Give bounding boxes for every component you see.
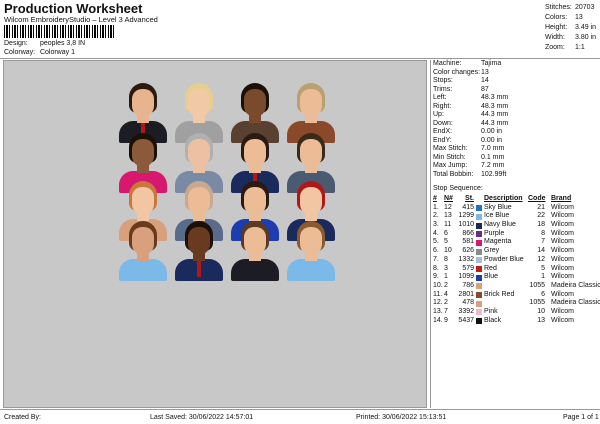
portrait-face bbox=[188, 227, 210, 255]
stat-row: EndY: 0.00 in bbox=[433, 136, 503, 144]
created-by: Created By: bbox=[4, 414, 41, 421]
portrait-face bbox=[132, 89, 154, 117]
stat-row: Down: 44.3 mm bbox=[433, 119, 509, 127]
table-row: 13. 7 3392 Pink 10 Wilcom bbox=[433, 307, 574, 316]
stat-row: EndX: 0.00 in bbox=[433, 128, 503, 135]
color-swatch bbox=[476, 205, 482, 212]
design-value: peoples 3,8 IN bbox=[39, 40, 86, 47]
stat-row: Up: 44.3 mm bbox=[433, 111, 509, 118]
design-row: Design: peoples 3,8 IN bbox=[4, 40, 85, 47]
color-swatch bbox=[476, 300, 482, 307]
page-number: Page 1 of 1 bbox=[563, 414, 599, 421]
color-swatch bbox=[476, 257, 482, 264]
stat-row: Max Stitch: 7.0 mm bbox=[433, 145, 505, 152]
portrait bbox=[227, 221, 283, 281]
stat-row: Max Jump: 7.2 mm bbox=[433, 162, 505, 169]
top-stats: Stitches: 20703 Colors: 13 Height: 3.49 in … bbox=[545, 3, 600, 53]
stat-row: Machine: Tajima bbox=[433, 60, 502, 67]
stat-row: Color changes:13 bbox=[433, 68, 489, 76]
design-preview-canvas[interactable] bbox=[3, 60, 427, 408]
machine-stats: Machine: Tajima Color changes:13 Stops: 14 Tr… bbox=[433, 60, 600, 179]
stop-sequence-table: # N# St. Description Code Brand 1. 12 415 S… bbox=[431, 195, 600, 325]
color-swatch bbox=[476, 309, 482, 316]
portrait-face bbox=[132, 187, 154, 215]
info-panel: Machine: Tajima Color changes:13 Stops: 14 Tr… bbox=[430, 60, 600, 408]
portrait-face bbox=[300, 89, 322, 117]
portrait-face bbox=[300, 139, 322, 167]
color-swatch bbox=[476, 292, 482, 299]
last-saved: Last Saved: 30/06/2022 14:57:01 bbox=[150, 414, 254, 421]
stat-row: Left: 48.3 mm bbox=[433, 94, 509, 101]
portrait-face bbox=[132, 139, 154, 167]
stat-row: Right: 48.3 mm bbox=[433, 102, 509, 110]
printed-date: Printed: 30/06/2022 15:13:51 bbox=[356, 414, 447, 421]
color-swatch bbox=[476, 266, 482, 272]
stop-sequence-title: Stop Sequence: bbox=[433, 185, 483, 192]
colorway-value: Colorway 1 bbox=[39, 49, 75, 56]
stat-row: Trims: 87 bbox=[433, 85, 489, 93]
table-row: 14. 9 5437 Black 13 Wilcom bbox=[433, 316, 574, 325]
portrait-face bbox=[188, 139, 210, 167]
portrait-face bbox=[188, 89, 210, 117]
stat-row: Height: 3.49 in bbox=[545, 24, 597, 31]
portrait-face bbox=[132, 227, 154, 255]
portrait bbox=[115, 221, 171, 281]
color-swatch bbox=[476, 283, 482, 290]
color-swatch bbox=[476, 222, 482, 229]
stat-row: Zoom: 1:1 bbox=[545, 44, 585, 51]
portrait-shirt bbox=[119, 259, 167, 281]
table-row: 12.24781055Madeira Classic 40 bbox=[433, 299, 600, 307]
portrait-face bbox=[244, 89, 266, 117]
portrait-tie bbox=[197, 261, 201, 277]
table-row: 4. 6 866 Purple 8 Wilcom bbox=[433, 229, 574, 238]
color-swatch bbox=[476, 239, 482, 246]
table-row: 2. 13 1299 Ice Blue 22 Wilcom bbox=[433, 212, 574, 220]
stat-row: Colors: 13 bbox=[545, 14, 583, 21]
software-subtitle: Wilcom EmbroideryStudio – Level 3 Advanc… bbox=[4, 15, 158, 24]
portrait-face bbox=[188, 187, 210, 215]
color-swatch bbox=[476, 274, 482, 281]
color-swatch bbox=[476, 231, 482, 238]
stat-row: Min Stitch: 0.1 mm bbox=[433, 153, 505, 161]
color-swatch bbox=[476, 318, 482, 325]
portrait bbox=[283, 221, 339, 281]
table-row: 11. 4 2801 Brick Red 6 Wilcom bbox=[433, 290, 574, 299]
portrait-face bbox=[244, 227, 266, 255]
color-swatch bbox=[476, 248, 482, 255]
table-row: 5. 5 581 Magenta 7 Wilcom bbox=[433, 238, 574, 246]
stat-row: Stitches: 20703 bbox=[545, 4, 595, 11]
table-row: 1. 12 415 Sky Blue 21 Wilcom bbox=[433, 203, 574, 212]
portrait-face bbox=[244, 139, 266, 167]
barcode bbox=[4, 25, 116, 38]
table-row: 10.27861055Madeira Classic 40 bbox=[433, 281, 600, 290]
portrait-shirt bbox=[287, 259, 335, 281]
table-row: 9. 1 1099 Blue 1 Wilcom bbox=[433, 273, 574, 281]
page-title: Production Worksheet bbox=[4, 1, 143, 16]
table-header: # N# St. Description Code Brand bbox=[433, 195, 572, 202]
portrait-face bbox=[244, 187, 266, 215]
colorway-label: Colorway: bbox=[4, 49, 36, 56]
color-swatch bbox=[476, 213, 482, 220]
table-row: 3. 11 1010 Navy Blue 18 Wilcom bbox=[433, 221, 574, 229]
stat-row: Stops: 14 bbox=[433, 77, 489, 84]
header-divider bbox=[0, 58, 600, 59]
colorway-row: Colorway: Colorway 1 bbox=[4, 49, 75, 56]
design-label: Design: bbox=[4, 40, 28, 47]
portrait-shirt bbox=[231, 259, 279, 281]
stat-row: Width: 3.80 in bbox=[545, 34, 597, 41]
table-row: 7. 8 1332 Powder Blue 12 Wilcom bbox=[433, 255, 574, 264]
table-row: 8. 3 579 Red 5 Wilcom bbox=[433, 264, 574, 272]
portrait-face bbox=[300, 227, 322, 255]
table-row: 6. 10 626 Grey 14 Wilcom bbox=[433, 247, 574, 255]
portrait bbox=[171, 221, 227, 281]
footer: Created By: Last Saved: 30/06/2022 14:57… bbox=[0, 409, 600, 424]
portrait-face bbox=[300, 187, 322, 215]
stat-row: Total Bobbin: 102.99ft bbox=[433, 170, 507, 178]
